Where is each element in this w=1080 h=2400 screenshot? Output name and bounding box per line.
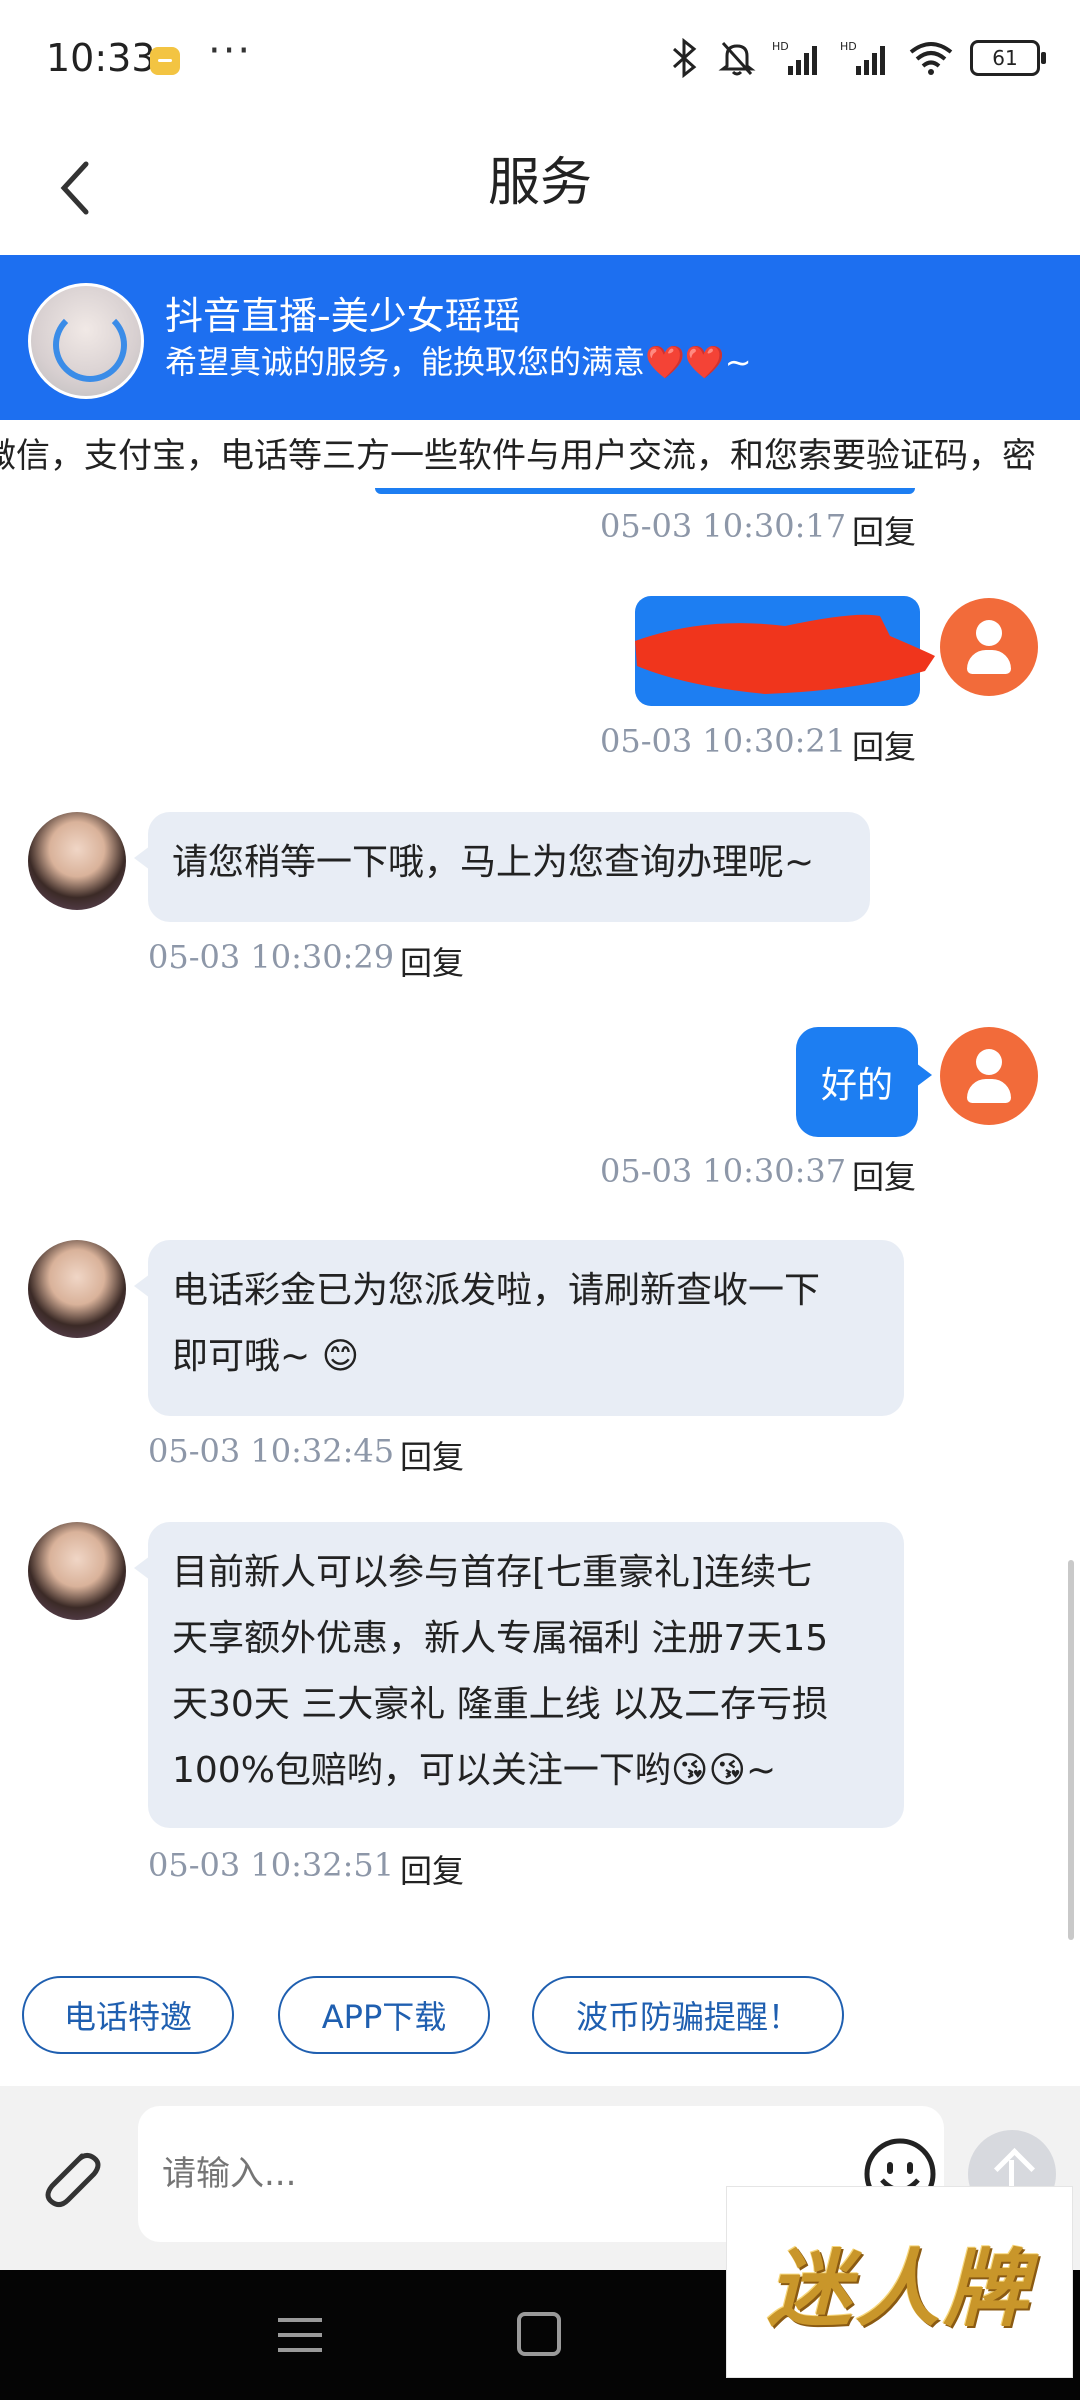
- status-bar: 10:33 ··· HD HD 61: [0, 0, 1080, 120]
- message-time: 05-03 10:32:51: [148, 1846, 395, 1884]
- message-app-icon: [150, 47, 180, 75]
- user-avatar: [940, 598, 1038, 696]
- hd-signal-icon: HD: [772, 40, 817, 75]
- svg-text:HD: HD: [772, 40, 789, 53]
- loading-ring-icon: [53, 308, 127, 382]
- message-time: 05-03 10:30:17: [600, 507, 847, 545]
- incoming-message-bubble: 目前新人可以参与首存[七重豪礼]连续七 天享额外优惠，新人专属福利 注册7天15…: [134, 1522, 904, 1828]
- watermark-logo: 迷人牌: [726, 2186, 1073, 2378]
- message-line: 电话彩金已为您派发啦，请刷新查收一下: [172, 1270, 821, 1311]
- mute-bell-icon: [718, 41, 756, 76]
- paperclip-icon[interactable]: [30, 2138, 110, 2218]
- message-line: 天30天 三大豪礼 隆重上线 以及二存亏损: [172, 1684, 829, 1725]
- marquee-text: 微信，支付宝，电话等三方一些软件与用户交流，和您索要验证码，密: [0, 436, 1036, 476]
- agent-avatar: [28, 283, 144, 399]
- message-text: 请您稍等一下哦，马上为您查询办理呢~: [172, 842, 815, 883]
- message-text: 好的: [820, 1065, 893, 1106]
- recent-apps-icon[interactable]: [278, 2316, 322, 2354]
- outgoing-message-bubble: 好的: [796, 1027, 932, 1137]
- message-time: 05-03 10:32:45: [148, 1432, 395, 1470]
- navigation-bar: 服务: [0, 120, 1080, 255]
- incoming-message-bubble: 请您稍等一下哦，马上为您查询办理呢~: [134, 812, 870, 922]
- user-avatar: [940, 1027, 1038, 1125]
- agent-avatar: [28, 1240, 126, 1338]
- message-line: 目前新人可以参与首存[七重豪礼]连续七: [172, 1552, 813, 1593]
- warning-marquee: 微信，支付宝，电话等三方一些软件与用户交流，和您索要验证码，密: [0, 420, 1080, 488]
- quick-actions-bar: 电话特邀 APP下载 波币防骗提醒！: [0, 1948, 1080, 2086]
- redaction-scribble: [635, 614, 935, 694]
- status-icons: HD HD 61: [668, 38, 1046, 78]
- quick-action-phone-invite[interactable]: 电话特邀: [22, 1976, 234, 2054]
- message-time: 05-03 10:30:29: [148, 938, 395, 976]
- reply-button[interactable]: 回复: [400, 1432, 464, 1478]
- reply-button[interactable]: 回复: [400, 1846, 464, 1892]
- reply-button[interactable]: 回复: [852, 1152, 916, 1198]
- reply-button[interactable]: 回复: [400, 938, 464, 984]
- watermark-text: 迷人牌: [767, 2239, 1032, 2338]
- incoming-message-bubble: 电话彩金已为您派发啦，请刷新查收一下 即可哦~ 😊: [134, 1240, 904, 1416]
- battery-level: 61: [992, 46, 1018, 70]
- message-time: 05-03 10:30:37: [600, 1152, 847, 1190]
- agent-name: 抖音直播-美少女瑶瑶: [165, 294, 521, 338]
- more-notifications-icon: ···: [208, 28, 253, 74]
- quick-action-app-download[interactable]: APP下载: [278, 1976, 490, 2054]
- agent-avatar: [28, 1522, 126, 1620]
- reply-button[interactable]: 回复: [852, 722, 916, 768]
- svg-text:HD: HD: [840, 40, 857, 53]
- page-title: 服务: [487, 153, 592, 213]
- status-time: 10:33: [46, 36, 156, 80]
- service-banner: 抖音直播-美少女瑶瑶 希望真诚的服务，能换取您的满意❤️❤️~: [0, 255, 1080, 420]
- agent-slogan: 希望真诚的服务，能换取您的满意❤️❤️~: [165, 343, 752, 381]
- wifi-icon: [909, 42, 953, 75]
- chat-scrollbar[interactable]: [1068, 1560, 1074, 1940]
- bluetooth-icon: [672, 38, 697, 78]
- message-time: 05-03 10:30:21: [600, 722, 847, 760]
- home-button-icon[interactable]: [517, 2312, 561, 2356]
- hd-signal-icon: HD: [840, 40, 885, 75]
- message-line: 100%包赔哟，可以关注一下哟😘😘~: [172, 1750, 777, 1791]
- battery-icon: 61: [970, 40, 1046, 76]
- quick-action-scam-warning[interactable]: 波币防骗提醒！: [532, 1976, 844, 2054]
- previous-bubble-edge: [375, 488, 915, 494]
- agent-avatar: [28, 812, 126, 910]
- message-line: 天享额外优惠，新人专属福利 注册7天15: [172, 1618, 829, 1659]
- message-line: 即可哦~ 😊: [172, 1336, 360, 1377]
- reply-button[interactable]: 回复: [852, 507, 916, 553]
